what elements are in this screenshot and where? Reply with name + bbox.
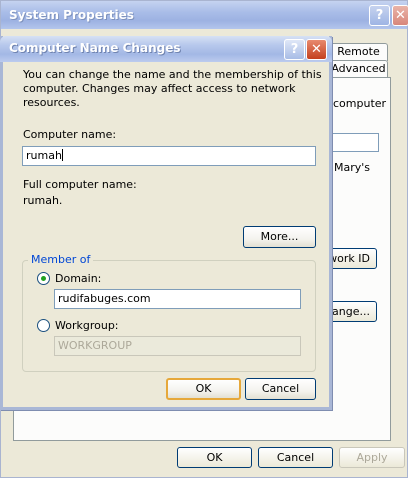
text-caret — [61, 149, 63, 161]
domain-input[interactable]: rudifabuges.com — [54, 289, 301, 309]
dialog-title: Computer Name Changes — [9, 41, 181, 55]
tab-advanced[interactable]: Advanced — [329, 60, 388, 78]
workgroup-input: WORKGROUP — [54, 336, 301, 356]
workgroup-label: Workgroup: — [55, 319, 119, 332]
member-of-legend: Member of — [28, 253, 94, 266]
cancel-button[interactable]: Cancel — [245, 378, 316, 400]
dialog-titlebar[interactable]: Computer Name Changes ? ✕ — [0, 36, 332, 62]
tab-remote[interactable]: Remote — [329, 43, 388, 61]
computer-name-input[interactable]: rumah — [22, 146, 316, 166]
intro-text: You can change the name and the membersh… — [23, 68, 322, 109]
ok-button[interactable]: OK — [166, 378, 241, 400]
system-properties-title: System Properties — [9, 8, 134, 22]
domain-radio[interactable] — [37, 272, 50, 285]
partial-text-computer: computer — [333, 97, 387, 110]
apply-button: Apply — [339, 447, 405, 468]
close-icon[interactable]: ✕ — [306, 39, 327, 60]
help-icon[interactable]: ? — [369, 5, 390, 26]
system-properties-ok-button[interactable]: OK — [177, 447, 252, 468]
close-icon[interactable]: ✕ — [392, 5, 408, 26]
computer-name-label: Computer name: — [23, 128, 117, 141]
computer-name-value: rumah — [26, 149, 62, 162]
full-computer-name-label: Full computer name: — [23, 178, 137, 191]
partial-text-marys: Mary's — [334, 161, 371, 174]
more-button[interactable]: More... — [243, 226, 316, 248]
computer-description-field[interactable] — [331, 133, 379, 152]
help-icon[interactable]: ? — [284, 39, 305, 60]
system-properties-cancel-button[interactable]: Cancel — [258, 447, 333, 468]
full-computer-name-value: rumah. — [23, 194, 63, 207]
system-properties-titlebar[interactable]: System Properties ? ✕ — [1, 1, 408, 29]
workgroup-radio[interactable] — [37, 319, 50, 332]
radio-selected-dot — [41, 276, 46, 281]
domain-label: Domain: — [55, 272, 102, 285]
computer-name-changes-dialog: Computer Name Changes ? ✕ You can change… — [0, 36, 332, 410]
